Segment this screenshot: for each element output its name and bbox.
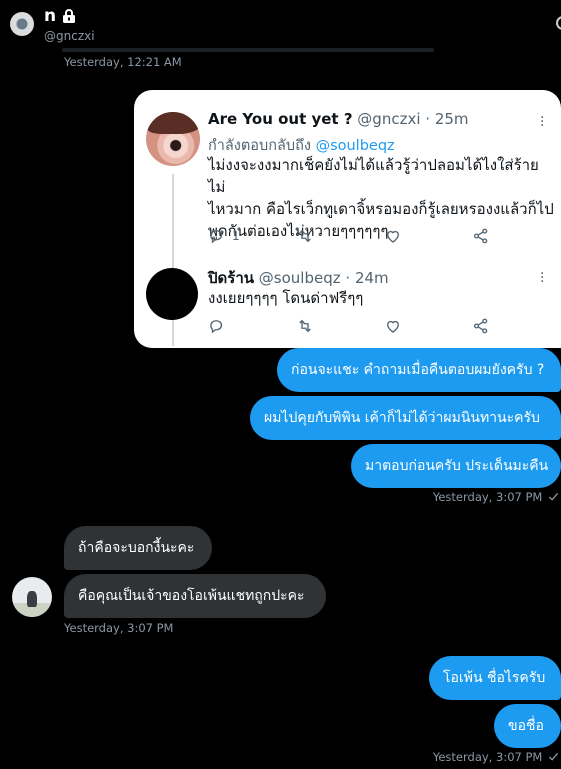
sender-avatar[interactable] [12,577,52,617]
header-divider [62,48,434,52]
heart-icon [387,320,399,333]
share-icon [473,228,488,244]
tweet-actions: 1 [208,226,498,246]
tweet-author-name: ปิดร้าน [208,269,254,287]
reply-icon [210,320,223,334]
incoming-message[interactable]: คือคุณเป็นเจ้าของโอเพ้นแชทถูกปะคะ [64,574,326,618]
tweet-avatar [146,268,198,320]
timestamp-text: Yesterday, 3:07 PM [432,750,543,764]
tweet-screenshot-image[interactable]: Are You out yet ? @gnczxi · 25m · · · กำลั… [134,90,561,348]
tweet-time: 25m [434,110,469,128]
reply-icon [210,230,223,244]
tweet-retweet-action [296,226,314,246]
retweet-icon [299,229,311,243]
more-options-icon: · · · [540,110,545,134]
outgoing-message[interactable]: มาตอบก่อนครับ ประเด็นมะคืน [351,444,561,488]
tweet-share-action [472,226,490,246]
reply-count: 1 [232,229,240,243]
heart-icon [387,230,399,243]
outgoing-message[interactable]: โอเพ้น ชื่อไรครับ [429,656,561,700]
tweet-text-line: ไหวมาก คือไรเว็กทูเดาจิ้หรอมองก็รู้เลยหร… [208,200,554,218]
reply-mention: @soulbeqz [315,138,395,154]
message-timestamp: Yesterday, 3:07 PM [433,750,559,764]
message-timestamp: Yesterday, 12:21 AM [64,55,182,69]
outgoing-message[interactable]: ขอชื่อ [494,704,561,748]
tweet-text: งงเยยๆๆๆๆ โดนด่าฟรีๆๆ [208,289,364,307]
header-avatar[interactable] [10,12,34,36]
check-icon [548,752,559,761]
header-handle: @gnczxi [44,29,95,43]
thread-line [172,174,174,346]
tweet-author-handle: @gnczxi [357,110,421,128]
reply-prefix: กำลังตอบกลับถึง [208,138,311,154]
outgoing-message[interactable]: ผมไปคุยกับพิพิน เค้าก็ไม่ได้ว่าผมนินทานะ… [250,396,561,440]
message-timestamp: Yesterday, 3:07 PM [433,490,559,504]
outgoing-message[interactable]: ก่อนจะแชะ คำถามเมื่อคืนตอบผมยังครับ ? [277,348,561,392]
tweet-text-line: ไม่งงจะงงมากเช็คยังไม่ได้แล้วรู้ว่าปลอมไ… [208,156,539,196]
tweet-time: 24m [354,269,389,287]
tweet-like-action [384,226,402,246]
tweet-actions [208,316,498,336]
check-icon [548,492,559,501]
incoming-message[interactable]: ถ้าคือจะบอกงี้นะคะ [64,526,212,570]
tweet-reply-action: 1 [208,226,240,246]
header-name-text: n [44,6,57,26]
message-timestamp: Yesterday, 3:07 PM [64,621,174,635]
conversation-header: n @gnczxi [0,0,561,52]
share-icon [473,318,488,334]
retweet-icon [299,319,311,333]
timestamp-text: Yesterday, 3:07 PM [432,490,543,504]
tweet-header: Are You out yet ? @gnczxi · 25m [208,110,469,128]
tweet-like-action [384,316,402,336]
tweet-avatar [146,112,200,166]
more-options-icon: · · · [540,266,545,290]
tweet-share-action [472,316,490,336]
tweet-author-handle: @soulbeqz [258,269,341,287]
info-icon[interactable] [556,16,561,30]
tweet-retweet-action [296,316,314,336]
tweet-author-name: Are You out yet ? [208,110,353,128]
tweet-reply-action [208,316,226,336]
lock-icon [63,9,76,23]
header-name[interactable]: n [44,6,77,26]
